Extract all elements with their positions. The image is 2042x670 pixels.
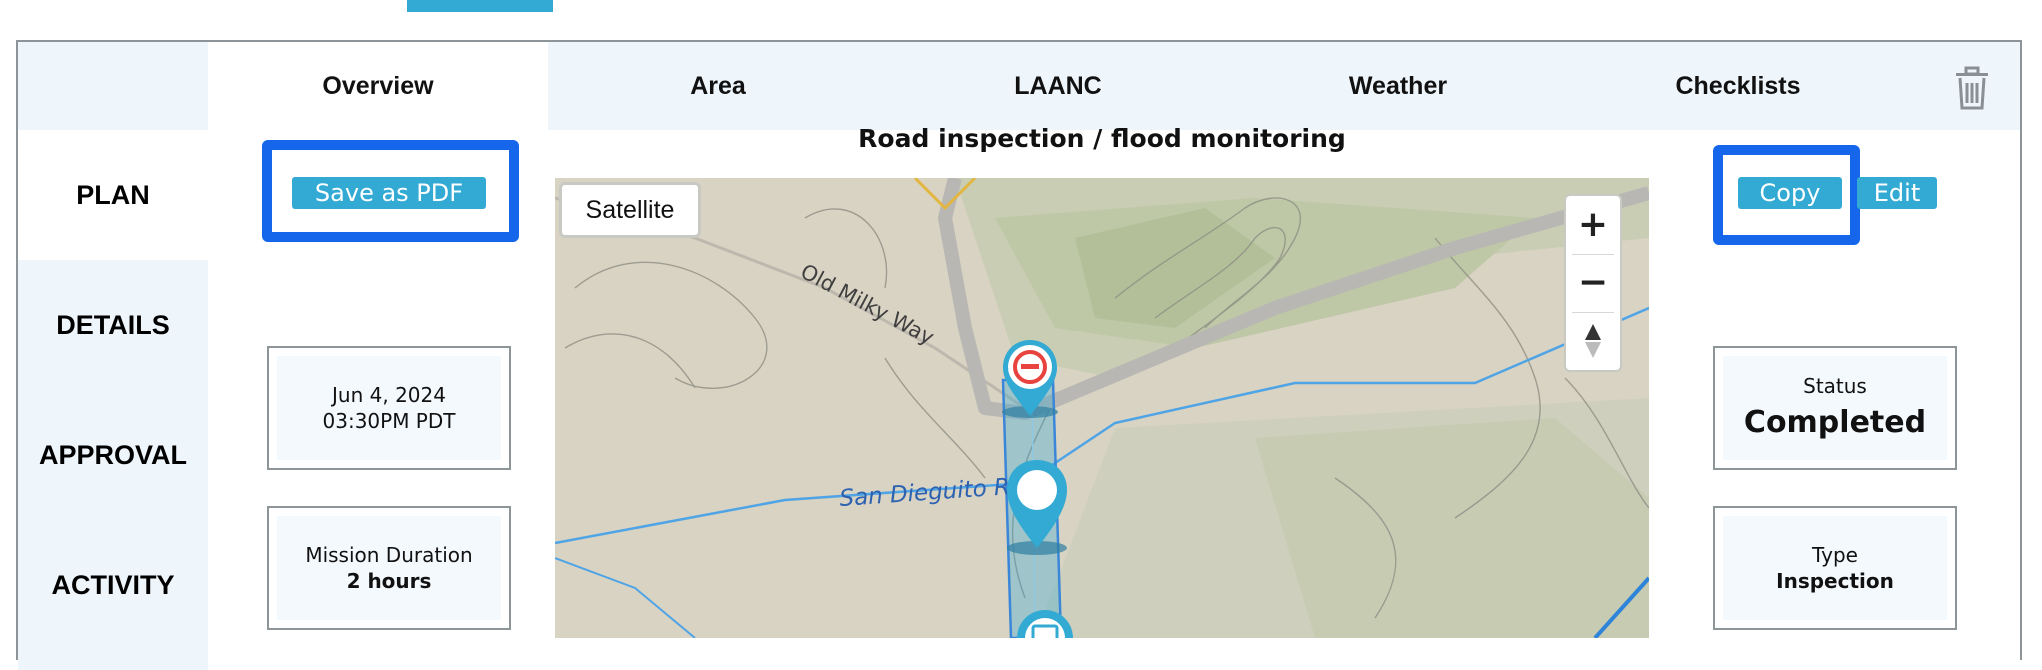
mission-date: Jun 4, 2024 [332,383,446,407]
road-label: Old Milky Way [797,259,938,349]
duration-value: 2 hours [346,569,432,593]
edit-button[interactable]: Edit [1857,177,1937,209]
status-card: Status Completed [1713,346,1957,470]
date-card: Jun 4, 2024 03:30PM PDT [267,346,511,470]
zoom-control: + − [1564,194,1622,372]
tab-laanc[interactable]: LAANC [888,42,1228,130]
nav-approval[interactable]: APPROVAL [18,390,208,520]
nav-plan[interactable]: PLAN [18,130,208,260]
status-value: Completed [1743,405,1927,440]
nav-details[interactable]: DETAILS [18,260,208,390]
trash-icon[interactable] [1950,66,1994,110]
type-value: Inspection [1776,569,1894,593]
duration-card: Mission Duration 2 hours [267,506,511,630]
tab-weather[interactable]: Weather [1228,42,1568,130]
nav-activity[interactable]: ACTIVITY [18,520,208,650]
type-card: Type Inspection [1713,506,1957,630]
compass-north-icon[interactable] [1566,312,1620,370]
zoom-out-button[interactable]: − [1566,254,1620,312]
tab-bar: Overview Area LAANC Weather Checklists [18,42,2020,130]
tab-area[interactable]: Area [548,42,888,130]
map-canvas: Old Milky Way San Dieguito River [555,178,1649,638]
mission-time: 03:30PM PDT [322,409,456,433]
duration-label: Mission Duration [305,543,473,567]
save-as-pdf-button[interactable]: Save as PDF [292,177,486,209]
active-tab-indicator [407,0,553,12]
satellite-toggle-button[interactable]: Satellite [559,182,701,238]
zoom-in-button[interactable]: + [1566,196,1620,254]
copy-button[interactable]: Copy [1738,177,1842,209]
tab-overview[interactable]: Overview [208,42,548,130]
status-label: Status [1803,374,1867,398]
tab-checklists[interactable]: Checklists [1568,42,1908,130]
plan-title: Road inspection / flood monitoring [858,124,1346,153]
side-navigation: PLAN DETAILS APPROVAL ACTIVITY [18,130,208,670]
map-view[interactable]: Old Milky Way San Dieguito River Satelli… [555,178,1649,638]
tab-spacer [18,42,208,130]
type-label: Type [1812,543,1858,567]
